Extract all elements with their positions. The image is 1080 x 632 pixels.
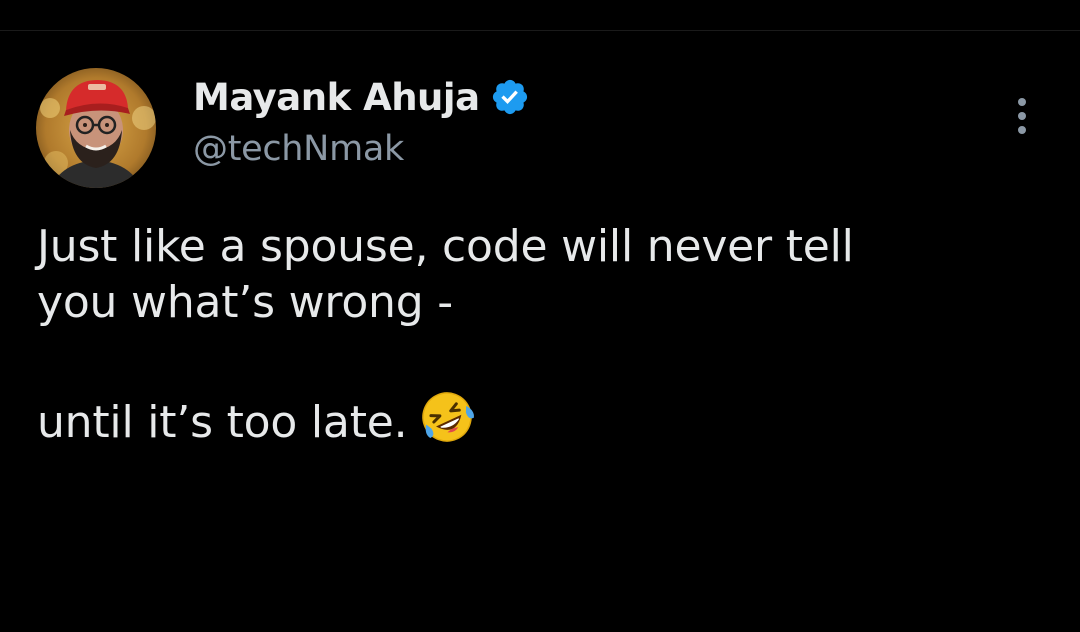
tweet-text-line: Just like a spouse, code will never tell <box>37 221 854 272</box>
more-options-button[interactable] <box>1002 91 1042 141</box>
avatar-photo <box>36 68 156 188</box>
author-name-row: Mayank Ahuja <box>193 73 530 121</box>
tweet-text-line: you what’s wrong - <box>37 277 453 328</box>
more-options-icon <box>1018 98 1026 106</box>
more-options-icon-dot <box>1018 126 1026 134</box>
more-options-icon-dot <box>1018 112 1026 120</box>
verified-checkmark-icon <box>490 77 530 117</box>
author-avatar[interactable] <box>36 68 156 188</box>
tweet: Mayank Ahuja @techNmak Just like a spous… <box>0 31 1080 632</box>
rolling-on-the-floor-laughing-emoji-icon <box>417 387 477 447</box>
tweet-text-final-line: until it’s too late. <box>37 387 1047 451</box>
tweet-text: Just like a spouse, code will never tell… <box>37 219 1047 451</box>
author-display-name[interactable]: Mayank Ahuja <box>193 76 480 119</box>
tweet-text-line: until it’s too late. <box>37 397 408 448</box>
author-handle[interactable]: @techNmak <box>193 129 404 169</box>
